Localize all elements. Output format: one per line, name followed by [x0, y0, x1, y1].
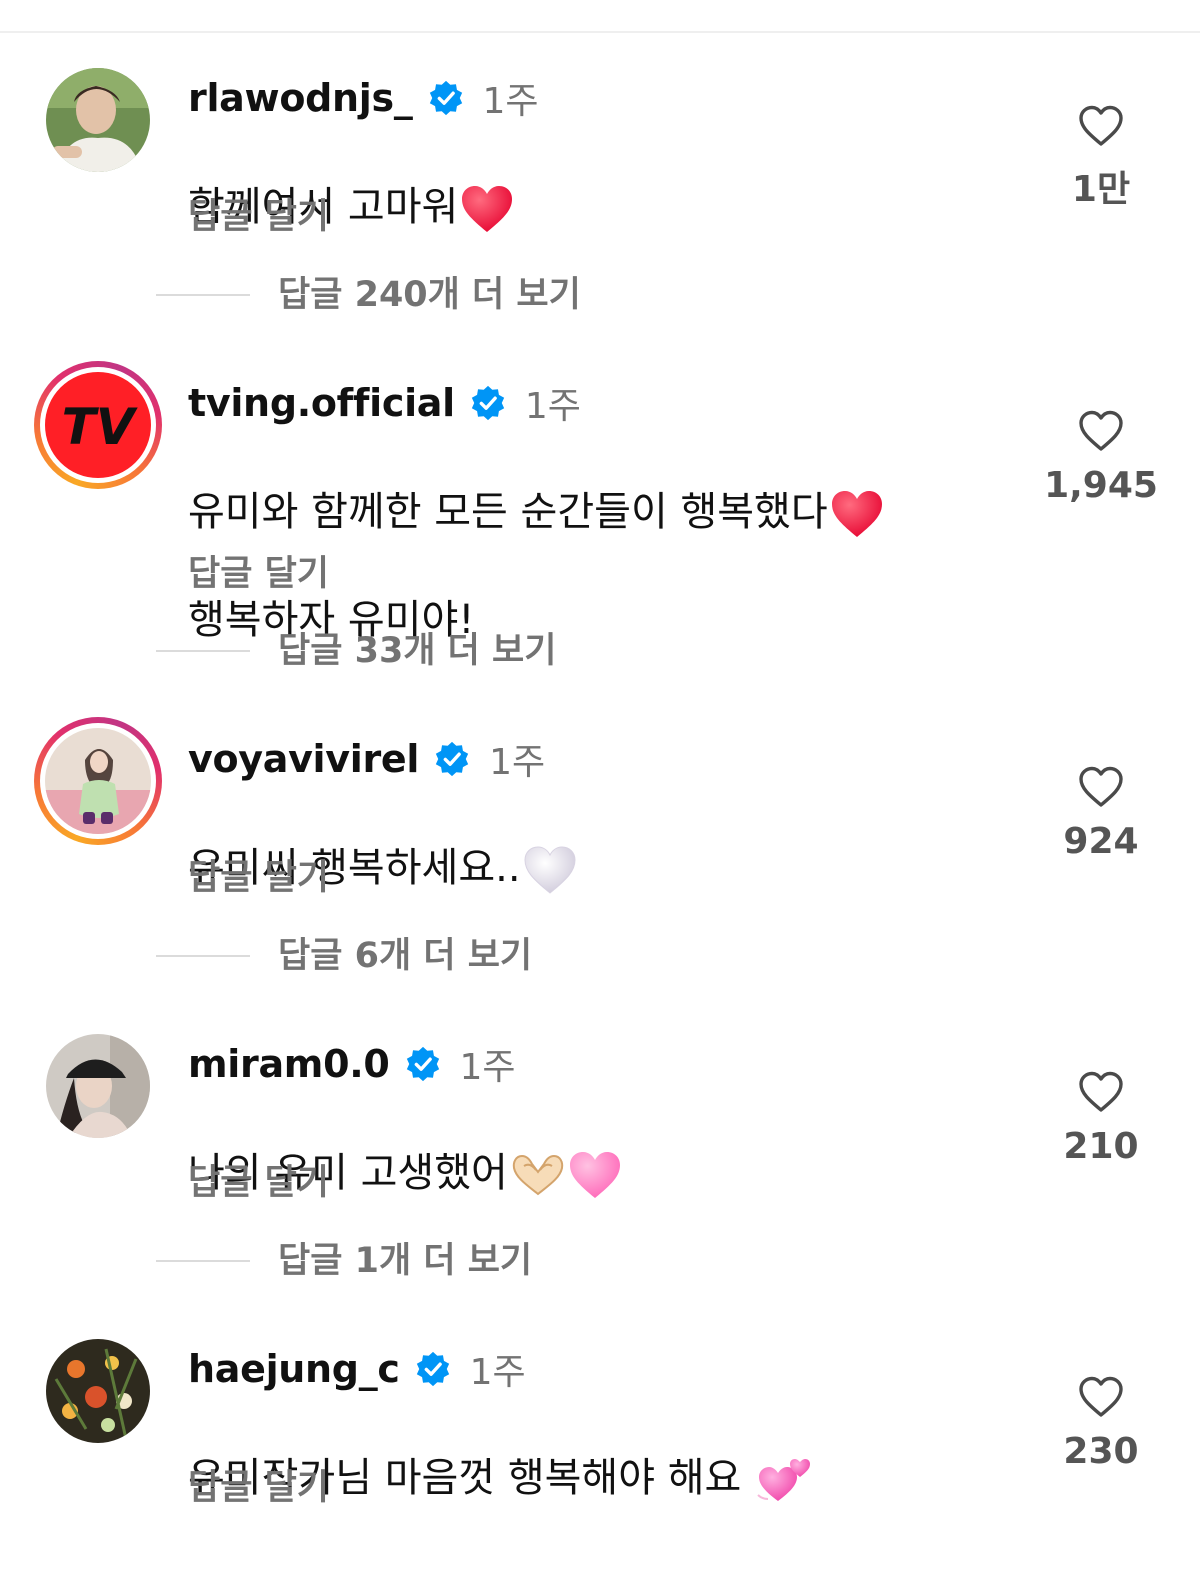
view-more-replies-label[interactable]: 답글 1개 더 보기 [278, 1236, 532, 1286]
username[interactable]: haejung_c [188, 1347, 400, 1391]
comment-header: tving.official 1주 [188, 375, 581, 431]
comment-item: haejung_c 1주 유미작가님 마음껏 행복해야 해요 답글 달기 230 [0, 1339, 1200, 1579]
avatar-story-ring[interactable]: TV [34, 361, 162, 489]
reply-thread-line [156, 1260, 250, 1262]
view-more-replies[interactable]: 답글 1개 더 보기 [0, 1236, 1200, 1286]
reply-thread-line [156, 955, 250, 957]
comment-time: 1주 [489, 742, 546, 783]
view-more-replies[interactable]: 답글 6개 더 보기 [0, 931, 1200, 981]
reply-button[interactable]: 답글 달기 [188, 1154, 329, 1205]
comment-time: 1주 [524, 386, 581, 427]
verified-badge-icon [471, 385, 505, 421]
pink-heart-icon [569, 1152, 620, 1198]
reply-thread-line [156, 294, 250, 296]
comment-header: voyavivirel 1주 [188, 731, 545, 787]
comment-header: haejung_c 1주 [188, 1341, 526, 1397]
comment-header: rlawodnjs_ 1주 [188, 70, 539, 126]
top-divider [0, 31, 1200, 33]
white-heart-icon [524, 846, 576, 894]
avatar [45, 728, 151, 834]
red-heart-icon [831, 491, 882, 537]
heart-outline-icon[interactable] [1078, 104, 1124, 148]
heart-outline-icon[interactable] [1078, 1070, 1124, 1114]
verified-badge-icon [416, 1351, 449, 1387]
heart-outline-icon[interactable] [1078, 1375, 1124, 1419]
view-more-replies-label[interactable]: 답글 33개 더 보기 [278, 626, 556, 676]
view-more-replies-label[interactable]: 답글 240개 더 보기 [278, 270, 581, 320]
like-count: 210 [1063, 1126, 1139, 1167]
avatar: TV [45, 372, 151, 478]
avatar-story-ring[interactable] [34, 717, 162, 845]
heart-outline-icon[interactable] [1078, 409, 1124, 453]
reply-button[interactable]: 답글 달기 [188, 849, 329, 900]
comment-item: TV tving.official 1주 유미와 함께한 모든 순간들이 행복했… [0, 361, 1200, 643]
reply-button[interactable]: 답글 달기 [188, 545, 329, 596]
view-more-replies[interactable]: 답글 33개 더 보기 [0, 626, 1200, 676]
avatar[interactable] [46, 1339, 150, 1443]
like-count: 924 [1063, 821, 1139, 862]
heart-hands-icon [512, 1154, 564, 1196]
view-more-replies-label[interactable]: 답글 6개 더 보기 [278, 931, 532, 981]
verified-badge-icon [429, 80, 462, 116]
comment-header: miram0.0 1주 [188, 1036, 516, 1092]
comment-time: 1주 [482, 81, 539, 122]
reply-button[interactable]: 답글 달기 [188, 1459, 329, 1510]
tving-logo-text: TV [62, 398, 138, 456]
comment-text: 유미와 함께한 모든 순간들이 행복했다 행복하자 유미야! [188, 431, 1088, 647]
comment-time: 1주 [459, 1047, 516, 1088]
view-more-replies[interactable]: 답글 240개 더 보기 [0, 270, 1200, 320]
heart-outline-icon[interactable] [1078, 765, 1124, 809]
comment-time: 1주 [469, 1352, 526, 1393]
verified-badge-icon [435, 741, 469, 777]
like-count: 230 [1063, 1431, 1139, 1472]
username[interactable]: miram0.0 [188, 1042, 390, 1086]
username[interactable]: voyavivirel [188, 737, 419, 781]
like-count: 1,945 [1044, 465, 1158, 506]
avatar[interactable] [46, 68, 150, 172]
avatar[interactable] [46, 1034, 150, 1138]
username[interactable]: rlawodnjs_ [188, 76, 413, 120]
comment-body: 유미와 함께한 모든 순간들이 행복했다 [188, 489, 828, 535]
verified-badge-icon [406, 1046, 439, 1082]
reply-thread-line [156, 650, 250, 652]
two-hearts-icon [757, 1459, 811, 1501]
username[interactable]: tving.official [188, 381, 455, 425]
like-count: 1만 [1071, 169, 1131, 210]
reply-button[interactable]: 답글 달기 [188, 188, 329, 239]
red-heart-icon [462, 186, 513, 232]
